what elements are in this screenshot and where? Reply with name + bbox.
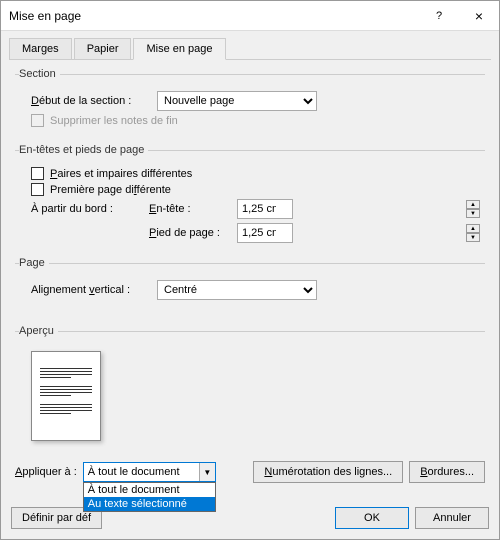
section-start-combo[interactable]: Nouvelle page	[157, 91, 317, 111]
apply-to-dropdown: À tout le document Au texte sélectionné	[83, 482, 216, 512]
header-spin-up[interactable]: ▲	[466, 200, 480, 209]
apply-option-whole-doc[interactable]: À tout le document	[84, 483, 215, 497]
dialog-footer: Définir par déf OK Annuler	[1, 501, 499, 539]
odd-even-checkbox[interactable]	[31, 167, 44, 180]
ok-button[interactable]: OK	[335, 507, 409, 529]
page-group: Page Alignement vertical : Centré	[15, 257, 485, 307]
close-icon: ×	[475, 8, 483, 24]
line-numbers-button[interactable]: Numérotation des lignes...	[253, 461, 403, 483]
preview-thumbnail	[31, 351, 101, 441]
suppress-endnotes-checkbox	[31, 114, 44, 127]
tab-strip: Marges Papier Mise en page	[1, 31, 499, 59]
footer-spinner[interactable]	[237, 223, 293, 243]
close-button[interactable]: ×	[459, 1, 499, 31]
layout-panel: Section DDébut de la section :ébut de la…	[9, 59, 491, 493]
header-label: En-tête :	[149, 203, 229, 215]
section-group: Section DDébut de la section :ébut de la…	[15, 68, 485, 134]
suppress-endnotes-label: Supprimer les notes de fin	[50, 115, 178, 127]
valign-combo[interactable]: Centré	[157, 280, 317, 300]
dialog-title: Mise en page	[9, 9, 419, 23]
tab-layout[interactable]: Mise en page	[133, 38, 225, 60]
apply-row: Appliquer à : À tout le document ▼ À tou…	[15, 461, 485, 483]
header-spinner[interactable]	[237, 199, 293, 219]
page-legend: Page	[19, 257, 49, 269]
apply-option-selected-text[interactable]: Au texte sélectionné	[84, 497, 215, 511]
footer-label: Pied de page :	[149, 227, 229, 239]
section-start-label: DDébut de la section :ébut de la section…	[31, 95, 151, 107]
headers-footers-group: En-têtes et pieds de page Paires et impa…	[15, 144, 485, 247]
first-page-label: Première page différente	[50, 184, 171, 196]
valign-label: Alignement vertical :	[31, 284, 151, 296]
chevron-down-icon: ▼	[199, 463, 215, 481]
cancel-button[interactable]: Annuler	[415, 507, 489, 529]
from-edge-label: À partir du bord :	[31, 203, 141, 215]
header-spin-down[interactable]: ▼	[466, 209, 480, 218]
page-setup-dialog: Mise en page ? × Marges Papier Mise en p…	[0, 0, 500, 540]
preview-group: Aperçu	[15, 325, 485, 451]
section-legend: Section	[19, 68, 60, 80]
odd-even-label: Paires et impaires différentes	[50, 168, 192, 180]
headers-footers-legend: En-têtes et pieds de page	[19, 144, 148, 156]
apply-to-label: Appliquer à :	[15, 466, 77, 478]
help-button[interactable]: ?	[419, 1, 459, 31]
tab-paper[interactable]: Papier	[74, 38, 132, 60]
first-page-checkbox[interactable]	[31, 183, 44, 196]
titlebar: Mise en page ? ×	[1, 1, 499, 31]
apply-to-combo[interactable]: À tout le document ▼	[83, 462, 216, 482]
tab-margins[interactable]: Marges	[9, 38, 72, 60]
help-icon: ?	[436, 10, 442, 22]
borders-button[interactable]: Bordures...	[409, 461, 485, 483]
preview-legend: Aperçu	[19, 325, 58, 337]
footer-spin-up[interactable]: ▲	[466, 224, 480, 233]
footer-spin-down[interactable]: ▼	[466, 233, 480, 242]
